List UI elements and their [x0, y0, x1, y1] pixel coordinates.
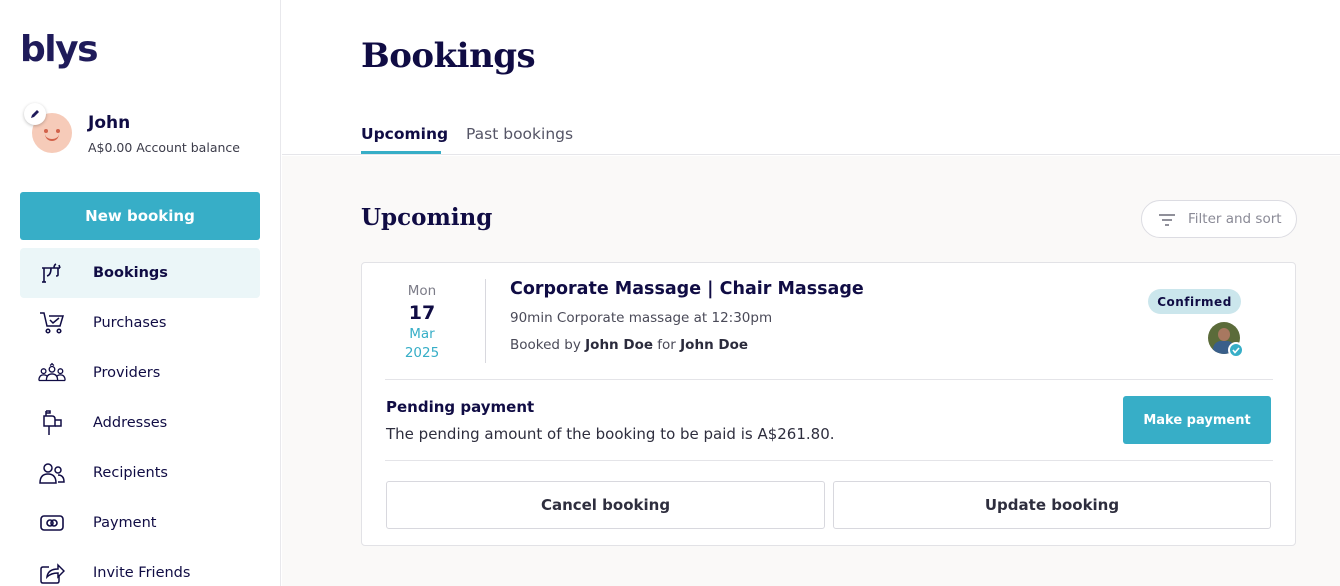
- sidebar-nav: Bookings Purchases Providers Addresses R…: [20, 248, 260, 586]
- tab-past-bookings[interactable]: Past bookings: [466, 125, 573, 143]
- sidebar-item-label: Providers: [93, 365, 161, 381]
- sidebar-item-label: Recipients: [93, 465, 168, 481]
- sidebar: blys John A$0.00 Account balance New boo…: [0, 0, 281, 586]
- booking-month: Mar: [409, 326, 435, 342]
- section-title: Upcoming: [361, 204, 493, 231]
- mailbox-icon: [38, 409, 66, 437]
- booking-card[interactable]: Mon 17 Mar 2025 Corporate Massage | Chai…: [361, 262, 1296, 546]
- divider: [385, 460, 1273, 461]
- sidebar-item-addresses[interactable]: Addresses: [20, 398, 260, 448]
- new-booking-button[interactable]: New booking: [20, 192, 260, 240]
- cart-icon: [38, 309, 66, 337]
- payment-card-icon: [38, 509, 66, 537]
- update-booking-button[interactable]: Update booking: [833, 481, 1271, 529]
- pending-payment-title: Pending payment: [386, 398, 535, 416]
- share-icon: [38, 559, 66, 586]
- sidebar-item-label: Invite Friends: [93, 565, 191, 581]
- filter-label: Filter and sort: [1188, 211, 1282, 227]
- account-balance: A$0.00 Account balance: [88, 140, 240, 155]
- booking-year: 2025: [404, 345, 440, 361]
- booking-title[interactable]: Corporate Massage | Chair Massage: [510, 279, 864, 299]
- page-header: Bookings Upcoming Past bookings: [282, 0, 1340, 155]
- booking-day: 17: [408, 302, 436, 324]
- sidebar-item-payment[interactable]: Payment: [20, 498, 260, 548]
- verified-check-icon: [1228, 342, 1244, 358]
- sidebar-item-recipients[interactable]: Recipients: [20, 448, 260, 498]
- providers-icon: [38, 359, 66, 387]
- make-payment-button[interactable]: Make payment: [1123, 396, 1271, 444]
- tab-upcoming[interactable]: Upcoming: [361, 125, 448, 143]
- sidebar-item-label: Addresses: [93, 415, 168, 431]
- booking-date: Mon 17 Mar 2025: [386, 281, 458, 363]
- recipients-icon: [38, 459, 66, 487]
- booked-by-text: Booked by John Doe for John Doe: [510, 337, 749, 353]
- divider: [485, 279, 486, 363]
- sidebar-item-purchases[interactable]: Purchases: [20, 298, 260, 348]
- filter-and-sort-button[interactable]: Filter and sort: [1141, 200, 1297, 238]
- edit-avatar-icon[interactable]: [24, 103, 46, 125]
- user-profile[interactable]: John A$0.00 Account balance: [24, 103, 264, 159]
- sidebar-item-label: Bookings: [93, 265, 168, 281]
- status-badge: Confirmed: [1148, 289, 1241, 314]
- bookings-content: Upcoming Filter and sort Mon 17 Mar 2025…: [282, 156, 1340, 586]
- bookings-icon: [38, 259, 66, 287]
- sidebar-item-providers[interactable]: Providers: [20, 348, 260, 398]
- sidebar-item-bookings[interactable]: Bookings: [20, 248, 260, 298]
- page-title: Bookings: [361, 36, 536, 76]
- booked-for-name: John Doe: [680, 337, 749, 353]
- blys-logo[interactable]: blys: [20, 30, 99, 70]
- sidebar-item-label: Purchases: [93, 315, 167, 331]
- sidebar-item-invite-friends[interactable]: Invite Friends: [20, 548, 260, 586]
- active-tab-indicator: [361, 151, 441, 154]
- booking-description: 90min Corporate massage at 12:30pm: [510, 310, 773, 326]
- sidebar-item-label: Payment: [93, 515, 157, 531]
- booking-day-of-week: Mon: [407, 283, 437, 299]
- user-name: John: [88, 113, 131, 133]
- pending-payment-text: The pending amount of the booking to be …: [386, 425, 835, 443]
- cancel-booking-button[interactable]: Cancel booking: [386, 481, 825, 529]
- divider: [385, 379, 1273, 380]
- booked-by-name: John Doe: [585, 337, 653, 353]
- filter-icon: [1158, 212, 1176, 231]
